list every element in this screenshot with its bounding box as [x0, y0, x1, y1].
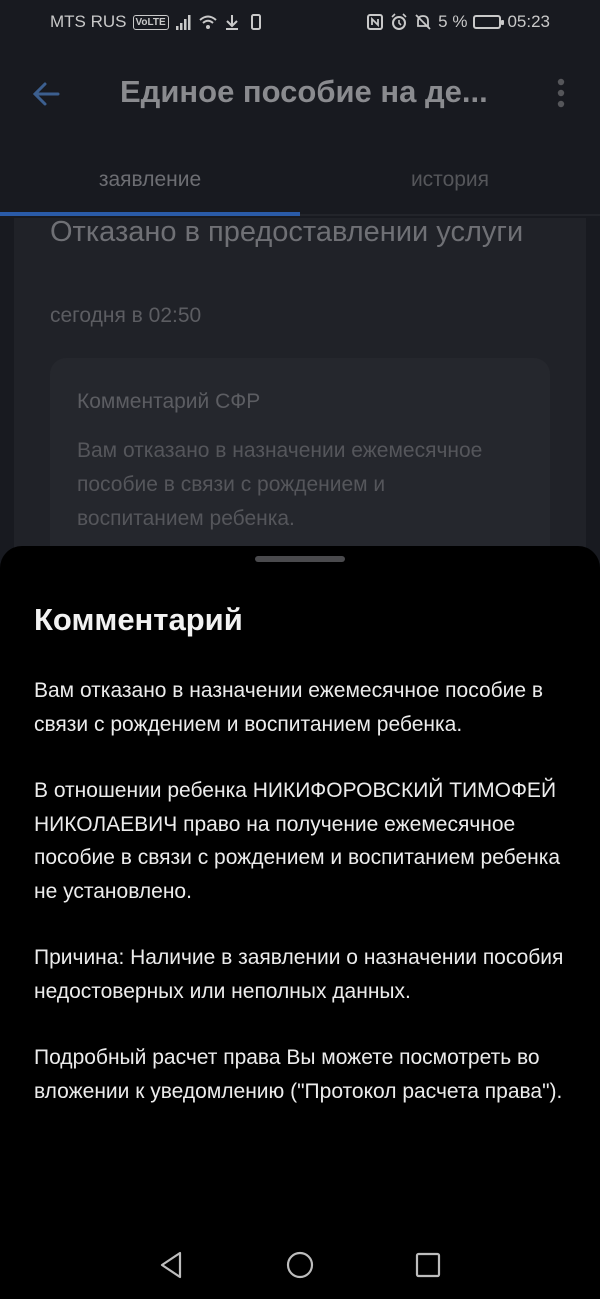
- tab-bar: заявление история: [0, 142, 600, 218]
- clock: 05:23: [507, 12, 550, 31]
- phone-icon: [250, 14, 261, 30]
- comment-label: Комментарий СФР: [77, 390, 261, 413]
- wifi-icon: [199, 15, 217, 29]
- sheet-paragraph: Причина: Наличие в заявлении о назначени…: [34, 946, 564, 1003]
- signal-icon: [175, 15, 191, 30]
- mute-bell-icon: [415, 14, 431, 30]
- alarm-icon: [391, 13, 407, 30]
- carrier-name: MTS RUS: [50, 12, 127, 31]
- app-bar: Единое пособие на де...: [0, 46, 600, 142]
- nav-back-icon[interactable]: [156, 1250, 186, 1280]
- sheet-body: Вам отказано в назначении ежемесячное по…: [34, 674, 574, 1141]
- sheet-paragraph: Подробный расчет права Вы можете посмотр…: [34, 1046, 563, 1103]
- sheet-title: Комментарий: [34, 602, 243, 637]
- nfc-icon: [367, 14, 384, 30]
- tab-application[interactable]: заявление: [0, 142, 300, 218]
- status-title: Отказано в предоставлении услуги: [50, 216, 524, 248]
- status-time: сегодня в 02:50: [50, 304, 202, 327]
- status-bar-right: 5 % 05:23: [366, 12, 550, 32]
- page-title: Единое пособие на де...: [120, 74, 488, 109]
- download-icon: [225, 15, 238, 30]
- status-bar: MTS RUS VoLTE 5 % 05:23: [0, 0, 600, 46]
- nav-home-icon[interactable]: [285, 1250, 315, 1280]
- tab-history[interactable]: история: [300, 142, 600, 218]
- nav-recent-apps-icon[interactable]: [413, 1250, 443, 1280]
- screen: MTS RUS VoLTE 5 % 05:23 Единое пособие н…: [0, 0, 600, 1299]
- sheet-paragraph: Вам отказано в назначении ежемесячное по…: [34, 679, 544, 736]
- battery-percent: 5 %: [438, 12, 468, 31]
- sheet-drag-handle[interactable]: [255, 556, 345, 562]
- back-arrow-icon[interactable]: [28, 74, 68, 114]
- comment-bottom-sheet: Комментарий Вам отказано в назначении еж…: [0, 546, 600, 1299]
- comment-preview-text: Вам отказано в назначении ежемесячное по…: [77, 439, 483, 530]
- battery-icon: [473, 15, 505, 29]
- sheet-paragraph: В отношении ребенка НИКИФОРОВСКИЙ ТИМОФЕ…: [34, 779, 561, 903]
- volte-badge: VoLTE: [132, 14, 169, 30]
- more-options-icon[interactable]: [546, 76, 576, 112]
- status-bar-left: MTS RUS VoLTE: [50, 12, 265, 32]
- system-nav-bar: [0, 1230, 600, 1299]
